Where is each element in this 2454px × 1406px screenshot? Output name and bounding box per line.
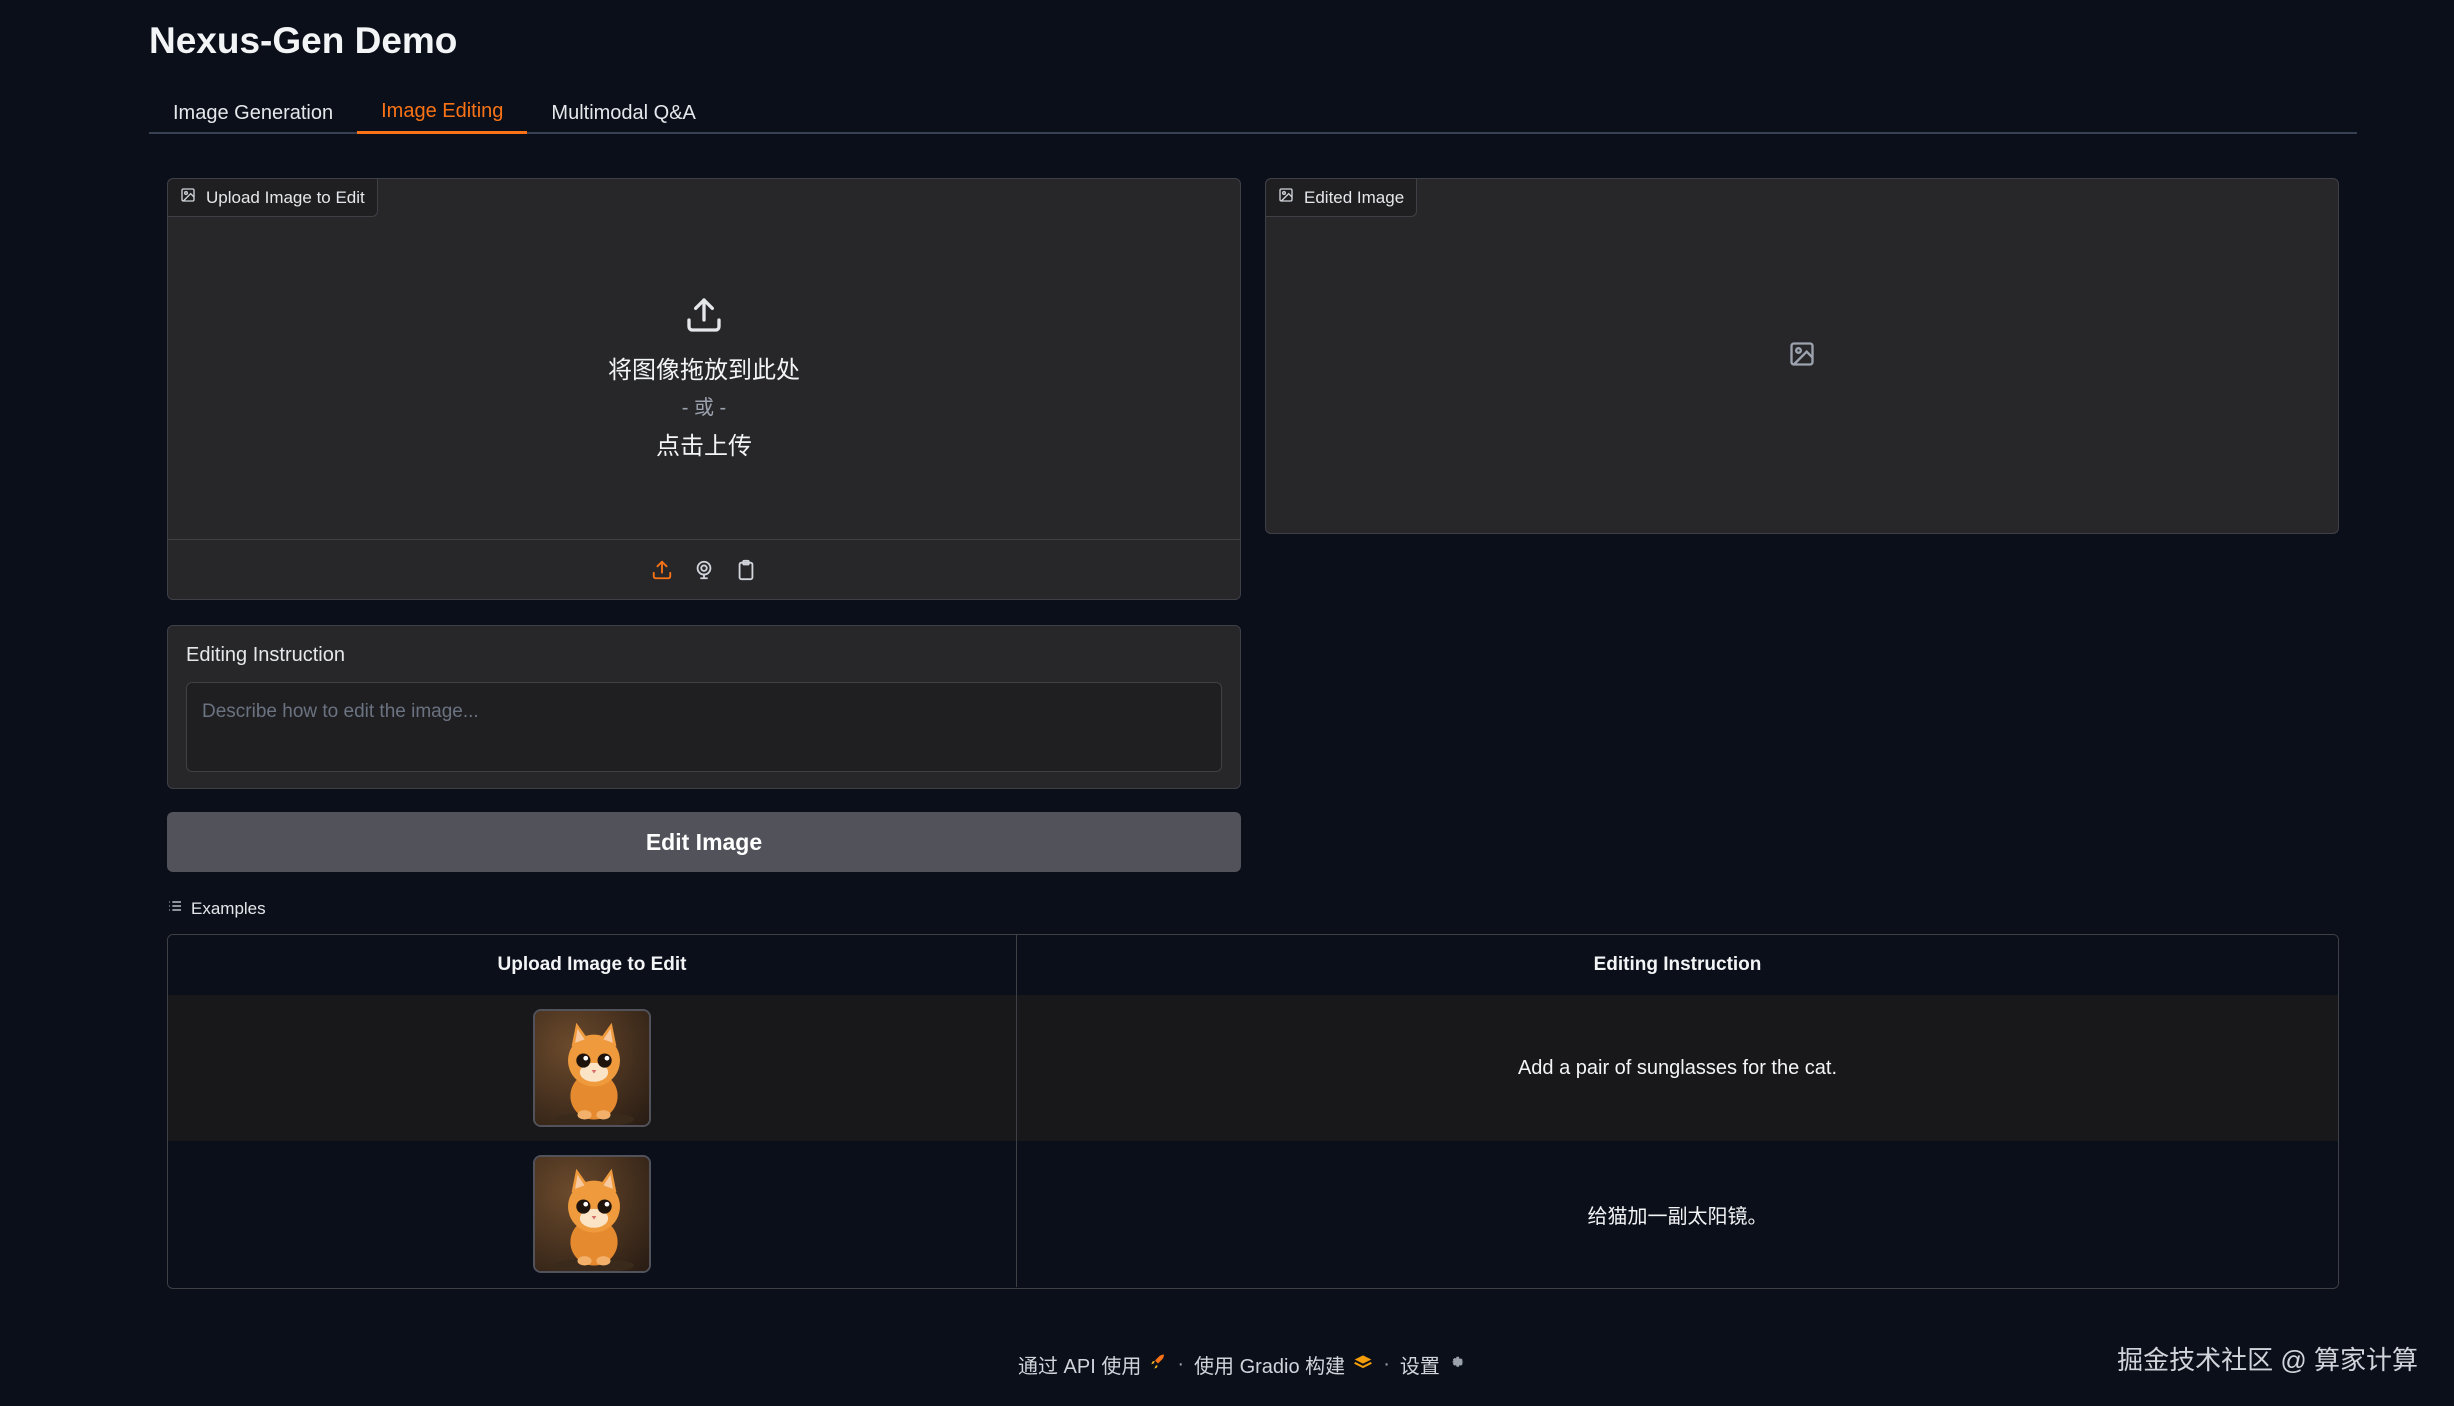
example-instruction-cell: Add a pair of sunglasses for the cat.	[1517, 1056, 1838, 1079]
gradio-link-text: 使用 Gradio 构建	[1194, 1356, 1346, 1378]
tab-image-generation[interactable]: Image Generation	[149, 92, 357, 134]
table-row[interactable]: 给猫加一副太阳镜。	[168, 1141, 2338, 1287]
settings-link-text: 设置	[1399, 1356, 1440, 1378]
upload-source-toolbar	[168, 539, 1240, 599]
webcam-icon[interactable]	[691, 557, 717, 583]
upload-image-label-text: Upload Image to Edit	[206, 187, 365, 207]
upload-image-panel: Upload Image to Edit 将图像拖放到此处 - 或 - 点击上传	[167, 178, 1241, 600]
list-icon	[167, 898, 183, 919]
footer: 通过 API 使用 · 使用 Gradio 构建 · 设置	[1018, 1350, 1466, 1379]
examples-label: Examples	[167, 898, 266, 919]
cat-thumbnail	[533, 1155, 651, 1273]
edit-image-button[interactable]: Edit Image	[167, 812, 1241, 872]
tab-bar: Image Generation Image Editing Multimoda…	[149, 92, 2357, 134]
footer-separator: ·	[1177, 1353, 1185, 1375]
example-instruction-cell: 给猫加一副太阳镜。	[1587, 1205, 1768, 1228]
or-text: - 或 -	[681, 397, 727, 419]
upload-icon[interactable]	[649, 557, 675, 583]
image-icon	[180, 187, 196, 208]
cat-thumbnail	[533, 1009, 651, 1127]
examples-label-text: Examples	[191, 898, 266, 918]
editing-instruction-label: Editing Instruction	[186, 644, 345, 666]
api-link-text: 通过 API 使用	[1018, 1356, 1142, 1378]
upload-image-label: Upload Image to Edit	[168, 179, 378, 217]
editing-instruction-input[interactable]	[186, 682, 1222, 772]
gradio-logo-icon	[1353, 1353, 1373, 1377]
examples-table: Upload Image to Edit Editing Instruction	[167, 934, 2339, 1289]
image-drop-zone[interactable]: 将图像拖放到此处 - 或 - 点击上传	[168, 217, 1240, 539]
image-icon	[1788, 340, 1816, 373]
gradio-link[interactable]: 使用 Gradio 构建	[1194, 1350, 1373, 1379]
rocket-icon	[1149, 1353, 1167, 1377]
page-title: Nexus-Gen Demo	[149, 20, 458, 61]
clipboard-icon[interactable]	[733, 557, 759, 583]
edited-image-placeholder	[1266, 179, 2338, 533]
examples-header: Upload Image to Edit Editing Instruction	[168, 935, 2338, 995]
example-image-cell	[168, 1141, 1017, 1287]
example-image-cell	[168, 995, 1017, 1141]
upload-icon	[684, 295, 724, 340]
header-upload-image: Upload Image to Edit	[168, 935, 1017, 995]
gear-icon	[1448, 1353, 1466, 1377]
footer-separator: ·	[1383, 1353, 1390, 1375]
drop-text: 将图像拖放到此处	[608, 357, 800, 384]
header-editing-instruction: Editing Instruction	[1593, 954, 1762, 975]
editing-instruction-panel: Editing Instruction	[167, 625, 1241, 789]
watermark: 掘金技术社区 @ 算家计算	[2117, 1345, 2418, 1375]
tab-image-editing[interactable]: Image Editing	[357, 92, 528, 134]
table-row[interactable]: Add a pair of sunglasses for the cat.	[168, 995, 2338, 1141]
tab-multimodal-qa[interactable]: Multimodal Q&A	[527, 92, 720, 134]
settings-link[interactable]: 设置	[1400, 1350, 1466, 1379]
click-upload-text: 点击上传	[656, 433, 752, 460]
edited-image-panel: Edited Image	[1265, 178, 2339, 534]
api-link[interactable]: 通过 API 使用	[1018, 1350, 1167, 1379]
